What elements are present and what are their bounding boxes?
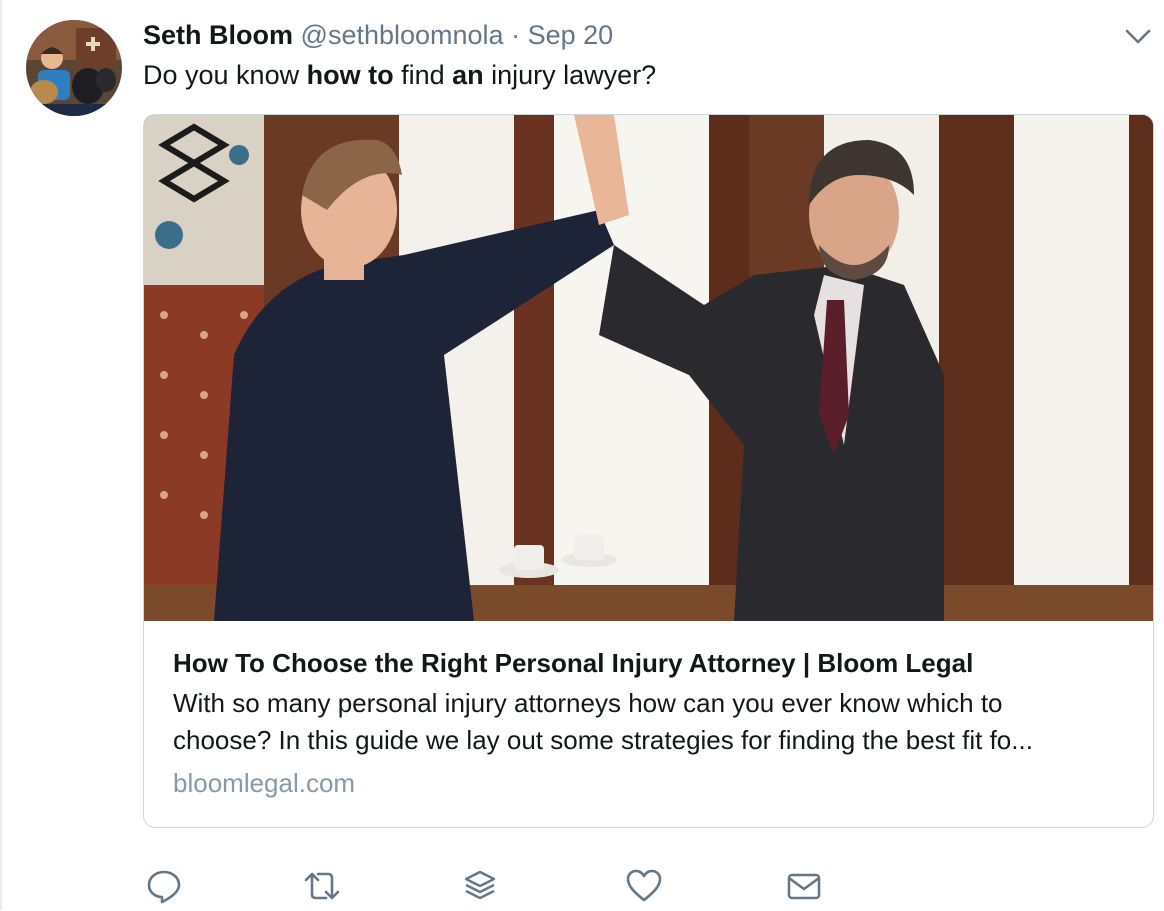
author-name[interactable]: Seth Bloom — [143, 20, 293, 50]
card-domain: bloomlegal.com — [173, 768, 356, 798]
tweet-text-bold: how to — [306, 60, 394, 90]
tweet-text-bold: an — [452, 60, 484, 90]
reply-icon[interactable] — [144, 866, 184, 906]
tweet-date[interactable]: Sep 20 — [528, 20, 614, 50]
card-description-line: choose? In this guide we lay out some st… — [173, 725, 1033, 755]
stack-icon[interactable] — [460, 866, 500, 906]
separator: · — [511, 20, 521, 50]
tweet-text-part: injury lawyer? — [483, 60, 657, 90]
chevron-down-icon[interactable] — [1124, 24, 1152, 48]
avatar[interactable] — [26, 20, 122, 116]
card-image — [144, 115, 1153, 621]
card-title: How To Choose the Right Personal Injury … — [173, 648, 974, 678]
tweet-text-part: Do you know — [143, 60, 307, 90]
author-handle[interactable]: @sethbloomnola — [301, 20, 504, 50]
tweet-header: Seth Bloom @sethbloomnola · Sep 20 — [143, 18, 613, 52]
card-body: How To Choose the Right Personal Injury … — [173, 645, 1123, 801]
retweet-icon[interactable] — [302, 866, 342, 906]
link-card[interactable]: How To Choose the Right Personal Injury … — [143, 114, 1154, 828]
timeline-border — [0, 0, 2, 910]
tweet-text-part: find — [393, 60, 453, 90]
heart-icon[interactable] — [624, 866, 664, 906]
envelope-icon[interactable] — [784, 866, 824, 906]
card-description: With so many personal injury attorneys h… — [173, 685, 1123, 759]
card-description-line: With so many personal injury attorneys h… — [173, 688, 1003, 718]
tweet-text: Do you know how to find an injury lawyer… — [143, 58, 656, 92]
